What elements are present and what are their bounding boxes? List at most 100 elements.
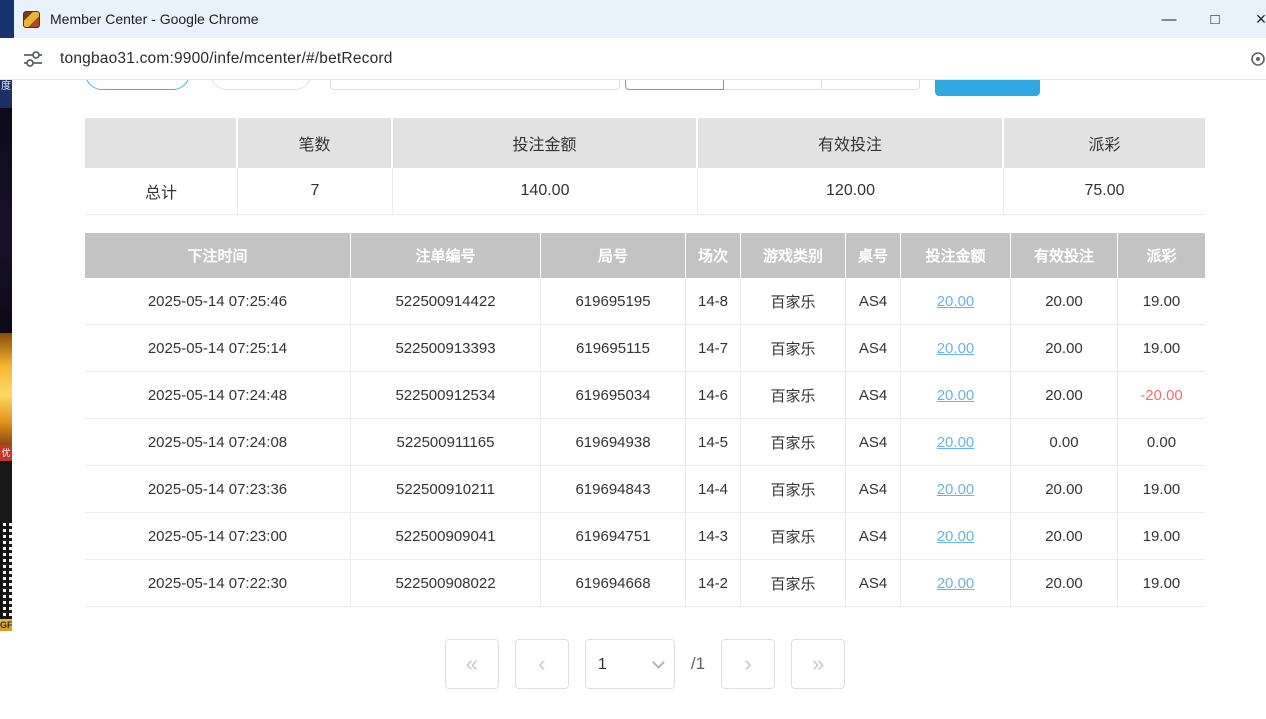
tune-icon[interactable] [22, 48, 44, 70]
filter-button-1[interactable] [85, 80, 190, 90]
table-row: 2025-05-14 07:25:46 522500914422 6196951… [85, 278, 1205, 325]
payout-cell: 19.00 [1118, 278, 1205, 325]
bet-amount-link[interactable]: 20.00 [937, 528, 975, 545]
window-controls: — □ × [1146, 0, 1266, 38]
summary-total-payout: 75.00 [1004, 168, 1205, 215]
cell-time: 2025-05-14 07:24:08 [85, 419, 351, 466]
page-action-icon[interactable] [1250, 51, 1266, 67]
cell-session: 14-6 [686, 372, 741, 419]
bet-amount-link[interactable]: 20.00 [937, 575, 975, 592]
cell-bet-id: 522500912534 [351, 372, 541, 419]
table-row: 2025-05-14 07:24:48 522500912534 6196950… [85, 372, 1205, 419]
header-bet-id: 注单编号 [351, 233, 541, 278]
header-time: 下注时间 [85, 233, 351, 278]
cell-round: 619695115 [541, 325, 686, 372]
bet-amount-link[interactable]: 20.00 [937, 340, 975, 357]
last-page-button[interactable]: » [791, 639, 845, 689]
title-bar: Member Center - Google Chrome — □ × [0, 0, 1266, 38]
cell-session: 14-8 [686, 278, 741, 325]
address-bar: tongbao31.com:9900/infe/mcenter/#/betRec… [0, 38, 1266, 80]
window-title: Member Center - Google Chrome [50, 11, 259, 27]
minimize-button[interactable]: — [1146, 0, 1192, 38]
header-session: 场次 [686, 233, 741, 278]
cell-table: AS4 [846, 513, 901, 560]
header-payout: 派彩 [1118, 233, 1205, 278]
cell-table: AS4 [846, 466, 901, 513]
prev-page-button[interactable]: ‹ [515, 639, 569, 689]
cell-valid: 20.00 [1011, 325, 1118, 372]
cell-amount: 20.00 [901, 325, 1011, 372]
page-select[interactable]: 1 [585, 639, 675, 689]
search-button[interactable] [935, 80, 1040, 96]
cell-bet-id: 522500914422 [351, 278, 541, 325]
segment-option-2[interactable] [723, 80, 822, 90]
header-game: 游戏类别 [741, 233, 846, 278]
first-page-button[interactable]: « [445, 639, 499, 689]
table-row: 2025-05-14 07:24:08 522500911165 6196949… [85, 419, 1205, 466]
strip-dark-block-2 [0, 461, 12, 523]
strip-text-top: 度 [0, 80, 12, 108]
cell-bet-id: 522500913393 [351, 325, 541, 372]
cell-table: AS4 [846, 560, 901, 607]
header-amount: 投注金额 [901, 233, 1011, 278]
cell-table: AS4 [846, 419, 901, 466]
header-round: 局号 [541, 233, 686, 278]
cell-valid: 20.00 [1011, 513, 1118, 560]
maximize-button[interactable]: □ [1192, 0, 1238, 38]
cell-table: AS4 [846, 278, 901, 325]
table-row: 2025-05-14 07:23:36 522500910211 6196948… [85, 466, 1205, 513]
bet-amount-link[interactable]: 20.00 [937, 434, 975, 451]
filter-button-2[interactable] [210, 80, 312, 90]
cell-time: 2025-05-14 07:24:48 [85, 372, 351, 419]
cell-session: 14-5 [686, 419, 741, 466]
filter-input[interactable] [330, 80, 620, 90]
cell-valid: 0.00 [1011, 419, 1118, 466]
summary-total-valid-bet: 120.00 [698, 168, 1004, 215]
filter-segmented-control [625, 80, 922, 90]
cell-game: 百家乐 [741, 278, 846, 325]
cell-valid: 20.00 [1011, 560, 1118, 607]
cell-round: 619694751 [541, 513, 686, 560]
segment-option-1[interactable] [625, 80, 724, 90]
content-area: 度 优 GF 笔数 投注金额 有效投注 派彩 [0, 80, 1266, 719]
cell-round: 619694843 [541, 466, 686, 513]
cell-time: 2025-05-14 07:25:46 [85, 278, 351, 325]
cell-amount: 20.00 [901, 466, 1011, 513]
table-row: 2025-05-14 07:23:00 522500909041 6196947… [85, 513, 1205, 560]
payout-cell: 19.00 [1118, 325, 1205, 372]
cell-table: AS4 [846, 372, 901, 419]
cell-round: 619694938 [541, 419, 686, 466]
cell-game: 百家乐 [741, 513, 846, 560]
bet-amount-link[interactable]: 20.00 [937, 293, 975, 310]
summary-header-row: 笔数 投注金额 有效投注 派彩 [85, 118, 1205, 168]
payout-cell: 19.00 [1118, 513, 1205, 560]
cell-amount: 20.00 [901, 560, 1011, 607]
next-page-button[interactable]: › [721, 639, 775, 689]
cell-amount: 20.00 [901, 419, 1011, 466]
strip-text-mid: 优 [0, 445, 12, 461]
table-row: 2025-05-14 07:22:30 522500908022 6196946… [85, 560, 1205, 607]
background-page-strip: 度 优 GF [0, 80, 12, 719]
cell-game: 百家乐 [741, 325, 846, 372]
cell-time: 2025-05-14 07:22:30 [85, 560, 351, 607]
cell-round: 619695195 [541, 278, 686, 325]
cell-bet-id: 522500911165 [351, 419, 541, 466]
bet-amount-link[interactable]: 20.00 [937, 387, 975, 404]
cell-time: 2025-05-14 07:25:14 [85, 325, 351, 372]
payout-cell: 19.00 [1118, 466, 1205, 513]
cell-amount: 20.00 [901, 513, 1011, 560]
close-button[interactable]: × [1238, 0, 1266, 38]
summary-total-count: 7 [238, 168, 393, 215]
cell-table: AS4 [846, 325, 901, 372]
cell-amount: 20.00 [901, 278, 1011, 325]
header-table: 桌号 [846, 233, 901, 278]
url-text[interactable]: tongbao31.com:9900/infe/mcenter/#/betRec… [60, 50, 393, 68]
cell-bet-id: 522500909041 [351, 513, 541, 560]
summary-total-label: 总计 [85, 168, 238, 215]
strip-text-bottom: GF [0, 619, 12, 631]
cell-game: 百家乐 [741, 560, 846, 607]
segment-option-3[interactable] [821, 80, 920, 90]
cell-game: 百家乐 [741, 372, 846, 419]
cell-time: 2025-05-14 07:23:00 [85, 513, 351, 560]
bet-amount-link[interactable]: 20.00 [937, 481, 975, 498]
